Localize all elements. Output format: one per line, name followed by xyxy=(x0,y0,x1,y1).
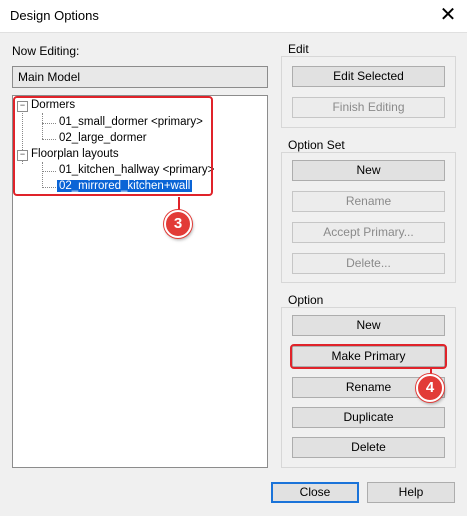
make-primary-highlight xyxy=(290,344,447,369)
finish-editing-button[interactable]: Finish Editing xyxy=(292,97,445,118)
option-new-button[interactable]: New xyxy=(292,315,445,336)
option-group-label: Option xyxy=(286,293,326,307)
now-editing-label: Now Editing: xyxy=(12,44,80,58)
duplicate-button[interactable]: Duplicate xyxy=(292,407,445,428)
option-delete-button[interactable]: Delete xyxy=(292,437,445,458)
help-button[interactable]: Help xyxy=(367,482,455,503)
option-set-delete-button[interactable]: Delete... xyxy=(292,253,445,274)
option-set-group-label: Option Set xyxy=(286,138,347,152)
option-set-new-button[interactable]: New xyxy=(292,160,445,181)
close-button[interactable]: Close xyxy=(271,482,359,503)
window-title: Design Options xyxy=(10,8,99,23)
callout-badge-3: 3 xyxy=(164,210,192,238)
callout-stem xyxy=(178,197,180,211)
callout-badge-4: 4 xyxy=(416,374,444,402)
edit-selected-button[interactable]: Edit Selected xyxy=(292,66,445,87)
accept-primary-button[interactable]: Accept Primary... xyxy=(292,222,445,243)
option-set-rename-button[interactable]: Rename xyxy=(292,191,445,212)
tree-highlight xyxy=(13,96,213,196)
edit-group-label: Edit xyxy=(286,42,311,56)
now-editing-field: Main Model xyxy=(12,66,268,88)
close-icon[interactable]: ✕ xyxy=(436,4,460,28)
